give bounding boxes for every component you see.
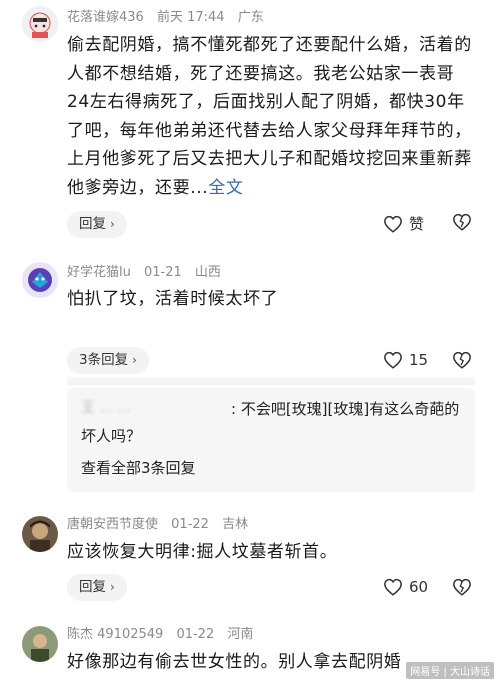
- comment-meta: 唐朝安西节度使 01-22 吉林: [67, 516, 257, 534]
- full-text-link[interactable]: 全文: [208, 178, 243, 198]
- comment-text: 偷去配阴婚，搞不懂死都死了还要配什么婚，活着的人都不想结婚，死了还要搞这。我老公…: [67, 31, 477, 202]
- avatar[interactable]: [22, 626, 58, 662]
- avatar[interactable]: [22, 6, 58, 42]
- comment-text: 怕扒了坟，活着时候太坏了: [67, 289, 279, 309]
- comment-meta: 陈杰 49102549 01-22 河南: [67, 626, 262, 644]
- reply-button[interactable]: 回复 ›: [67, 211, 127, 238]
- username[interactable]: 陈杰 49102549: [67, 627, 163, 642]
- dislike-button[interactable]: [452, 351, 472, 369]
- like-button[interactable]: 赞: [383, 213, 424, 234]
- sub-reply-box[interactable]: 王 ... ... : 不会吧[玫瑰][玫瑰]有这么奇葩的坏人吗？ 查看全部3条…: [67, 388, 475, 492]
- like-count: 15: [409, 351, 429, 369]
- username[interactable]: 好学花猫lu: [67, 265, 131, 280]
- like-button[interactable]: 15: [383, 351, 428, 369]
- heart-icon: [384, 215, 402, 233]
- location: 广东: [237, 10, 264, 25]
- chevron-right-icon: ›: [110, 217, 115, 231]
- timestamp: 01-21: [144, 265, 182, 280]
- reply-label: 回复: [79, 579, 106, 595]
- blurred-divider: [67, 377, 475, 385]
- broken-heart-icon: [453, 351, 471, 369]
- location: 山西: [194, 265, 221, 280]
- comment-meta: 花落谁嫁436 前天 17:44 广东: [67, 9, 273, 27]
- reply-label: 3条回复: [79, 352, 129, 368]
- comment-1: 花落谁嫁436 前天 17:44 广东 偷去配阴婚，搞不懂死都死了还要配什么婚，…: [0, 0, 500, 250]
- reply-button[interactable]: 回复 ›: [67, 574, 127, 601]
- username[interactable]: 唐朝安西节度使: [67, 517, 158, 532]
- sub-reply-text: : 不会吧[玫瑰][玫瑰]有这么奇葩的坏人吗？: [81, 400, 460, 445]
- broken-heart-icon: [453, 578, 471, 596]
- location: 河南: [227, 627, 254, 642]
- chevron-right-icon: ›: [132, 353, 137, 367]
- heart-icon: [384, 351, 402, 369]
- view-all-replies-link[interactable]: 查看全部3条回复: [81, 457, 196, 478]
- username[interactable]: 花落谁嫁436: [67, 10, 144, 25]
- avatar[interactable]: [22, 262, 58, 298]
- like-label: 赞: [409, 215, 425, 233]
- like-button[interactable]: 60: [383, 578, 428, 596]
- broken-heart-icon: [453, 213, 471, 231]
- watermark: 网易号 | 大山诗话: [406, 662, 494, 679]
- reply-label: 回复: [79, 216, 106, 232]
- dislike-button[interactable]: [452, 213, 472, 231]
- avatar[interactable]: [22, 516, 58, 552]
- timestamp: 前天 17:44: [156, 10, 225, 25]
- comment-list: 花落谁嫁436 前天 17:44 广东 偷去配阴婚，搞不懂死都死了还要配什么婚，…: [0, 0, 500, 683]
- like-count: 60: [409, 578, 429, 596]
- comment-meta: 好学花猫lu 01-21 山西: [67, 264, 230, 282]
- timestamp: 01-22: [171, 517, 209, 532]
- timestamp: 01-22: [176, 627, 215, 642]
- comment-3: 唐朝安西节度使 01-22 吉林 应该恢复大明律:掘人坟墓者斩首。 回复 › 60: [0, 510, 500, 610]
- heart-icon: [384, 578, 402, 596]
- dislike-button[interactable]: [452, 578, 472, 596]
- comment-text: 应该恢复大明律:掘人坟墓者斩首。: [67, 542, 338, 562]
- comment-body: 偷去配阴婚，搞不懂死都死了还要配什么婚，活着的人都不想结婚，死了还要搞这。我老公…: [67, 35, 472, 198]
- reply-count-button[interactable]: 3条回复 ›: [67, 347, 149, 374]
- location: 吉林: [222, 517, 249, 532]
- chevron-right-icon: ›: [110, 580, 115, 594]
